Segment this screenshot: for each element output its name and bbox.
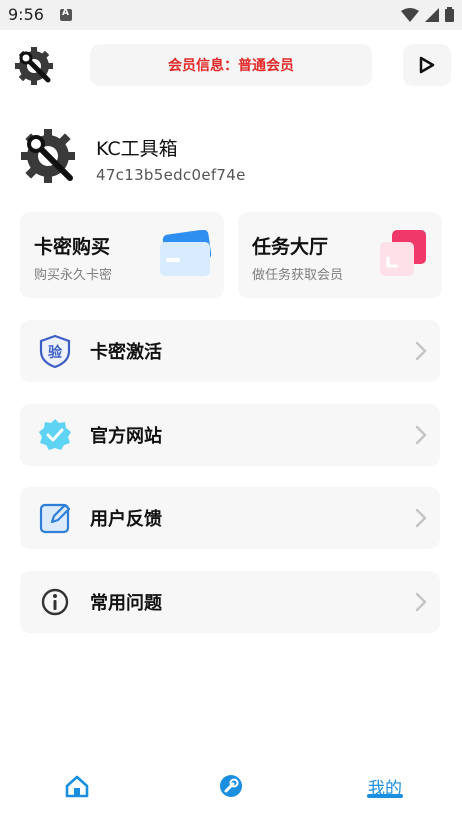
device-id: 47c13b5edc0ef74e [96, 166, 246, 184]
nav-tools[interactable] [211, 766, 251, 806]
member-info-text: 会员信息：普通会员 [168, 58, 294, 74]
menu-item-faq[interactable]: 常用问题 [20, 571, 440, 633]
menu-item-activate-key-label: 卡密激活 [90, 342, 162, 363]
chevron-right-icon [415, 508, 427, 528]
card-task-hall-title: 任务大厅 [252, 236, 329, 258]
info-icon [41, 588, 69, 616]
app-logo-icon [15, 47, 53, 85]
wrench-icon [220, 775, 242, 797]
edit-note-icon [39, 503, 71, 534]
card-task-hall[interactable]: 任务大厅 做任务获取会员 [238, 212, 442, 298]
task-icon [380, 230, 426, 276]
menu-item-feedback-label: 用户反馈 [90, 509, 162, 530]
shield-verify-icon: 验 [39, 334, 71, 368]
credit-card-icon [160, 230, 212, 276]
app-name: KC工具箱 [96, 138, 178, 160]
member-info-banner: 会员信息：普通会员 [90, 44, 372, 86]
card-buy-key[interactable]: 卡密购买 购买永久卡密 [20, 212, 224, 298]
nav-mine[interactable]: 我的 [363, 766, 407, 806]
nav-active-indicator [367, 794, 403, 798]
wifi-icon [401, 7, 419, 22]
verified-badge-icon [39, 419, 71, 450]
battery-icon [445, 7, 454, 22]
chevron-right-icon [415, 425, 427, 445]
card-buy-key-title: 卡密购买 [34, 236, 111, 258]
bottom-nav: 我的 [0, 752, 462, 821]
nav-home[interactable] [57, 766, 97, 806]
status-icons [401, 7, 454, 22]
home-icon [65, 775, 89, 798]
app-logo-large-icon [21, 129, 75, 183]
play-button[interactable] [403, 44, 451, 86]
status-bar: 9:56 [0, 0, 462, 30]
status-time: 9:56 [8, 5, 44, 24]
card-buy-key-subtitle: 购买永久卡密 [34, 268, 113, 283]
notification-icon [60, 8, 72, 21]
menu-item-feedback[interactable]: 用户反馈 [20, 487, 440, 549]
menu-item-activate-key[interactable]: 验 卡密激活 [20, 320, 440, 382]
play-icon [419, 56, 435, 74]
top-bar: 会员信息：普通会员 [0, 38, 462, 98]
menu-item-faq-label: 常用问题 [90, 593, 162, 614]
signal-icon [425, 7, 439, 22]
chevron-right-icon [415, 341, 427, 361]
menu-item-official-site[interactable]: 官方网站 [20, 404, 440, 466]
profile-section: KC工具箱 47c13b5edc0ef74e [0, 124, 462, 194]
chevron-right-icon [415, 592, 427, 612]
menu-item-official-site-label: 官方网站 [90, 426, 162, 447]
card-task-hall-subtitle: 做任务获取会员 [252, 268, 344, 283]
shield-verify-icon-text: 验 [48, 344, 63, 361]
